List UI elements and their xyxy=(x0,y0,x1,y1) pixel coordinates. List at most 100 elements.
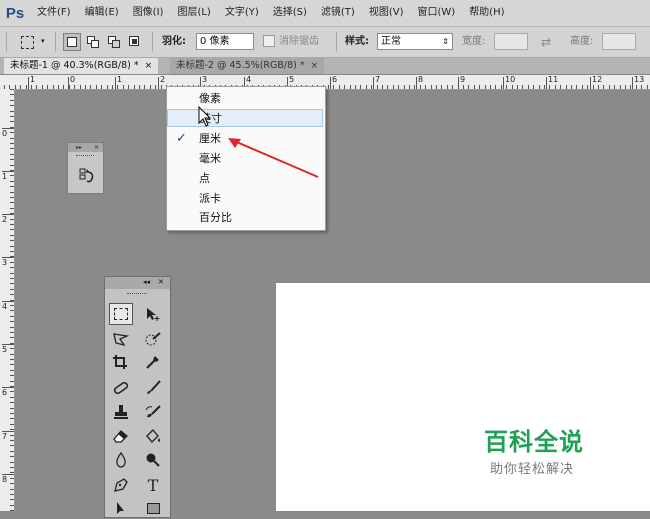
crop-tool[interactable] xyxy=(109,351,133,373)
height-input[interactable] xyxy=(602,33,636,50)
ruler-minor-tick xyxy=(382,85,383,89)
menu-filter[interactable]: 滤镜(T) xyxy=(314,0,362,26)
checkbox-icon xyxy=(263,35,275,47)
ruler-minor-tick xyxy=(587,85,588,89)
menu-select[interactable]: 选择(S) xyxy=(266,0,314,26)
tool-preset-picker[interactable]: ▾ xyxy=(18,33,45,51)
collapse-icon[interactable]: ◂◂ xyxy=(143,278,150,286)
ruler-minor-tick xyxy=(490,85,491,89)
ruler-minor-tick xyxy=(15,85,16,89)
history-brush-tool[interactable] xyxy=(141,401,165,423)
quick-select-icon xyxy=(145,332,161,346)
menu-window[interactable]: 窗口(W) xyxy=(410,0,462,26)
ruler-minor-tick xyxy=(360,85,361,89)
paint-bucket-tool[interactable] xyxy=(141,425,165,447)
ruler-minor-tick xyxy=(85,85,86,89)
move-tool[interactable] xyxy=(141,303,165,325)
close-icon[interactable]: × xyxy=(145,61,153,71)
ruler-h-label: 0 xyxy=(70,75,76,84)
ruler-minor-tick xyxy=(10,310,14,311)
intersect-selection-button[interactable] xyxy=(126,33,144,51)
ruler-tick xyxy=(503,77,504,89)
menu-file[interactable]: 文件(F) xyxy=(30,0,78,26)
eyedropper-tool[interactable] xyxy=(141,351,165,373)
style-select[interactable]: 正常 ⇕ xyxy=(377,33,453,50)
pen-tool[interactable] xyxy=(109,474,133,496)
ruler-minor-tick xyxy=(10,435,14,436)
ruler-minor-tick xyxy=(539,85,540,89)
panel-header[interactable]: ▸▸ ✕ xyxy=(68,143,103,152)
menu-image[interactable]: 图像(I) xyxy=(126,0,171,26)
width-input[interactable] xyxy=(494,33,528,50)
subtract-selection-button[interactable] xyxy=(105,33,123,51)
ruler-v-label: 3 xyxy=(2,258,8,267)
new-selection-button[interactable] xyxy=(63,33,81,51)
clone-stamp-tool[interactable] xyxy=(109,401,133,423)
menu-bar: Ps 文件(F) 编辑(E) 图像(I) 图层(L) 文字(Y) 选择(S) 滤… xyxy=(0,0,650,27)
ruler-minor-tick xyxy=(501,85,502,89)
dodge-icon xyxy=(146,453,160,467)
ruler-minor-tick xyxy=(10,413,14,414)
ruler-tick xyxy=(2,257,14,258)
ruler-minor-tick xyxy=(441,85,442,89)
antialias-checkbox[interactable]: 消除锯齿 xyxy=(263,34,319,50)
ruler-minor-tick xyxy=(10,408,14,409)
shape-tool[interactable] xyxy=(141,497,165,519)
ruler-minor-tick xyxy=(10,159,14,160)
type-tool[interactable]: T xyxy=(141,474,165,496)
new-selection-icon xyxy=(67,37,77,47)
menu-item-pixels[interactable]: 像素 xyxy=(167,90,323,108)
ruler-v-label: 6 xyxy=(2,388,8,397)
ruler-minor-tick xyxy=(10,154,14,155)
menu-layer[interactable]: 图层(L) xyxy=(170,0,217,26)
menu-item-percent[interactable]: 百分比 xyxy=(167,209,323,227)
ruler-minor-tick xyxy=(344,85,345,89)
eraser-tool[interactable] xyxy=(109,425,133,447)
tab-document-1[interactable]: 未标题-1 @ 40.3%(RGB/8) * × xyxy=(4,58,159,74)
document-canvas[interactable] xyxy=(276,283,650,511)
ruler-minor-tick xyxy=(10,472,14,473)
close-icon[interactable]: × xyxy=(311,61,319,71)
history-panel-icon[interactable] xyxy=(78,167,96,185)
menu-view[interactable]: 视图(V) xyxy=(362,0,411,26)
menu-item-inches[interactable]: 英寸 xyxy=(167,109,323,127)
ruler-v-label: 1 xyxy=(2,172,8,181)
ruler-minor-tick xyxy=(107,85,108,89)
dodge-tool[interactable] xyxy=(141,449,165,471)
menu-item-picas[interactable]: 派卡 xyxy=(167,190,323,208)
feather-input[interactable]: 0 像素 xyxy=(196,33,254,50)
path-selection-tool[interactable] xyxy=(109,497,133,519)
add-selection-button[interactable] xyxy=(84,33,102,51)
blur-tool[interactable] xyxy=(109,449,133,471)
menu-type[interactable]: 文字(Y) xyxy=(218,0,266,26)
brush-tool[interactable] xyxy=(141,377,165,399)
tools-panel-header[interactable]: ◂◂ ✕ xyxy=(105,277,170,289)
ruler-minor-tick xyxy=(10,451,14,452)
style-value: 正常 xyxy=(381,36,401,47)
close-icon[interactable]: ✕ xyxy=(158,278,164,286)
healing-brush-tool[interactable] xyxy=(109,377,133,399)
menu-help[interactable]: 帮助(H) xyxy=(462,0,511,26)
expand-icon[interactable]: ▸▸ xyxy=(76,143,82,152)
type-icon: T xyxy=(147,475,159,495)
ruler-minor-tick xyxy=(549,85,550,89)
ruler-minor-tick xyxy=(10,246,14,247)
ruler-minor-tick xyxy=(128,85,129,89)
ruler-minor-tick xyxy=(10,364,14,365)
lasso-tool[interactable] xyxy=(109,328,133,350)
ruler-minor-tick xyxy=(571,85,572,89)
eyedropper-icon xyxy=(146,356,159,369)
tab-document-2[interactable]: 未标题-2 @ 45.5%(RGB/8) * × xyxy=(170,58,325,74)
grip-icon xyxy=(76,155,94,157)
ruler-tick xyxy=(115,77,116,89)
ruler-tick xyxy=(373,77,374,89)
ruler-minor-tick xyxy=(555,85,556,89)
ruler-minor-tick xyxy=(10,197,14,198)
swap-icon[interactable]: ⇄ xyxy=(541,34,551,50)
menu-edit[interactable]: 编辑(E) xyxy=(78,0,126,26)
tools-panel: ◂◂ ✕ T xyxy=(104,276,171,518)
rectangular-marquee-tool[interactable] xyxy=(109,303,133,325)
ruler-v-label: 4 xyxy=(2,302,8,311)
quick-selection-tool[interactable] xyxy=(141,328,165,350)
close-icon[interactable]: ✕ xyxy=(94,143,99,152)
